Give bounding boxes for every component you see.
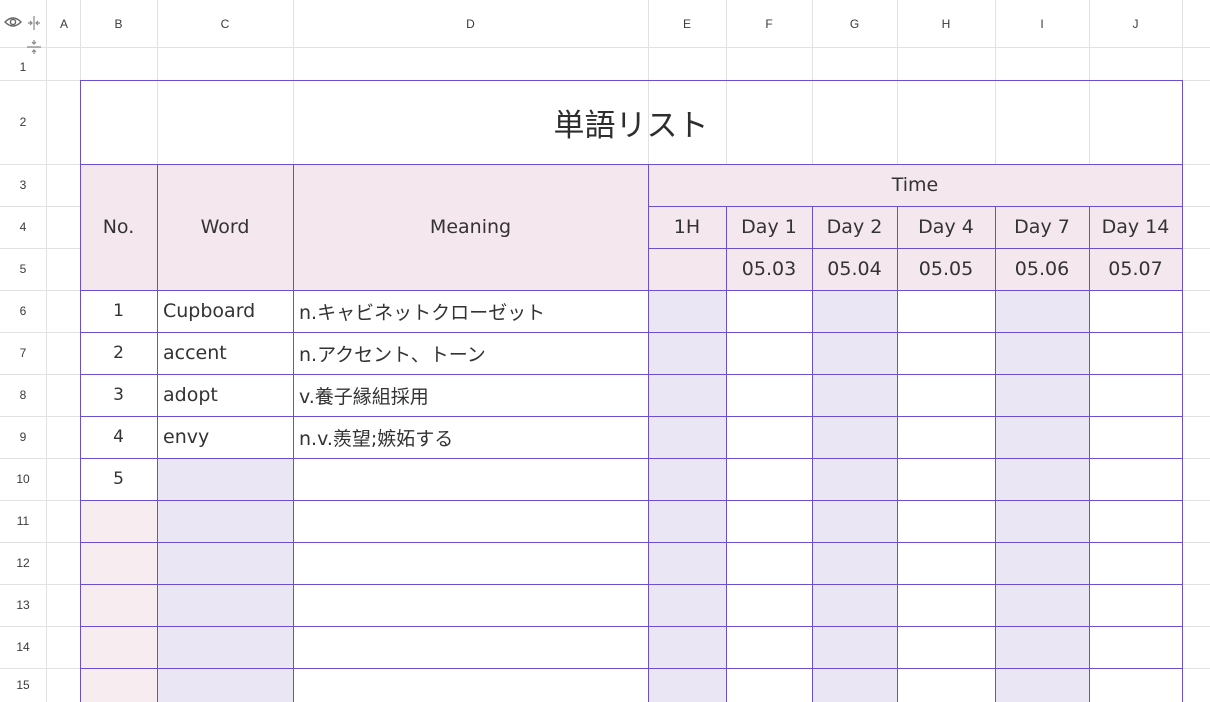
date-day-14[interactable]: 05.07 (1089, 248, 1182, 290)
column-header-e[interactable]: E (648, 10, 726, 38)
entry-word-1[interactable]: Cupboard (157, 290, 293, 332)
entry-no-3[interactable]: 3 (80, 374, 157, 416)
row-header-4[interactable]: 4 (0, 206, 46, 248)
interval-day-7[interactable]: Day 7 (995, 206, 1089, 248)
date-day-1[interactable]: 05.03 (726, 248, 812, 290)
entry-word-2[interactable]: accent (157, 332, 293, 374)
entry-meaning-2[interactable]: n.アクセント、トーン (293, 332, 648, 374)
entry-no-1[interactable]: 1 (80, 290, 157, 332)
row-header-13[interactable]: 13 (0, 584, 46, 626)
row-header-8[interactable]: 8 (0, 374, 46, 416)
row-header-11[interactable]: 11 (0, 500, 46, 542)
column-header-g[interactable]: G (812, 10, 897, 38)
column-header-d[interactable]: D (293, 10, 648, 38)
entry-no-2[interactable]: 2 (80, 332, 157, 374)
entry-meaning-3[interactable]: v.養子縁組採用 (293, 374, 648, 416)
interval-day-2[interactable]: Day 2 (812, 206, 897, 248)
entry-no-4[interactable]: 4 (80, 416, 157, 458)
column-header-j[interactable]: J (1089, 10, 1182, 38)
header-no[interactable]: No. (80, 164, 157, 290)
header-time[interactable]: Time (648, 164, 1182, 206)
row-header-9[interactable]: 9 (0, 416, 46, 458)
date-day-4[interactable]: 05.05 (897, 248, 995, 290)
row-header-12[interactable]: 12 (0, 542, 46, 584)
row-header-15[interactable]: 15 (0, 668, 46, 702)
header-word[interactable]: Word (157, 164, 293, 290)
entry-word-4[interactable]: envy (157, 416, 293, 458)
header-meaning[interactable]: Meaning (293, 164, 648, 290)
visibility-eye-icon[interactable] (2, 14, 24, 30)
column-header-f[interactable]: F (726, 10, 812, 38)
spreadsheet: A B C D E F G H I J 1 2 3 4 5 6 7 8 9 10… (0, 0, 1210, 702)
column-header-h[interactable]: H (897, 10, 995, 38)
row-header-1[interactable]: 1 (0, 58, 46, 76)
date-day-2[interactable]: 05.04 (812, 248, 897, 290)
sheet-title[interactable]: 単語リスト (80, 80, 1182, 164)
interval-1h[interactable]: 1H (648, 206, 726, 248)
row-header-10[interactable]: 10 (0, 458, 46, 500)
entry-meaning-4[interactable]: n.v.羨望;嫉妬する (293, 416, 648, 458)
entry-no-5[interactable]: 5 (80, 458, 157, 500)
column-header-c[interactable]: C (157, 10, 293, 38)
entry-meaning-5[interactable] (293, 458, 648, 500)
interval-day-4[interactable]: Day 4 (897, 206, 995, 248)
entry-word-5[interactable] (157, 458, 293, 500)
row-header-6[interactable]: 6 (0, 290, 46, 332)
row-header-5[interactable]: 5 (0, 248, 46, 290)
collapse-columns-icon[interactable] (24, 14, 44, 32)
date-day-7[interactable]: 05.06 (995, 248, 1089, 290)
entry-meaning-1[interactable]: n.キャビネットクローゼット (293, 290, 648, 332)
row-header-3[interactable]: 3 (0, 164, 46, 206)
column-header-b[interactable]: B (80, 10, 157, 38)
column-header-a[interactable]: A (46, 10, 80, 38)
entry-word-3[interactable]: adopt (157, 374, 293, 416)
row-header-14[interactable]: 14 (0, 626, 46, 668)
collapse-rows-icon[interactable] (24, 36, 44, 58)
interval-day-14[interactable]: Day 14 (1089, 206, 1182, 248)
row-header-7[interactable]: 7 (0, 332, 46, 374)
column-header-i[interactable]: I (995, 10, 1089, 38)
row-header-2[interactable]: 2 (0, 80, 46, 164)
interval-day-1[interactable]: Day 1 (726, 206, 812, 248)
